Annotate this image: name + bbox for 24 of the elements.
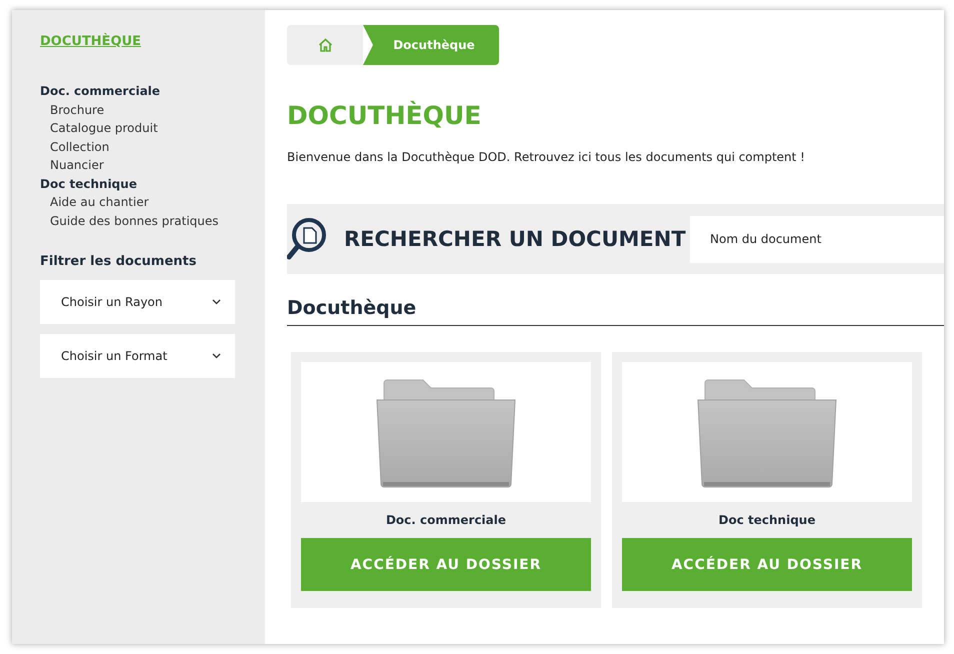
filter-heading: Filtrer les documents [40, 254, 198, 269]
subcategory-link[interactable]: Guide des bonnes pratiques [40, 212, 265, 230]
filter-dropdown[interactable]: Choisir un Rayon [40, 280, 235, 324]
category-link[interactable]: Doc technique [40, 174, 265, 193]
home-breadcrumb[interactable] [287, 25, 363, 65]
subcategory-link[interactable]: Catalogue produit [40, 119, 265, 138]
section-title: Docuthèque [287, 297, 416, 319]
chevron-down-icon [212, 353, 221, 359]
current-breadcrumb: Docuthèque [363, 25, 499, 65]
folder-name: Doc technique [718, 513, 816, 527]
search-heading: RECHERCHER UN DOCUMENT [344, 227, 686, 251]
page-title: DOCUTHÈQUE [287, 101, 482, 130]
document-name-field[interactable]: Nom du document [690, 216, 944, 262]
subcategory-link[interactable]: Nuancier [40, 156, 265, 174]
intro-text: Bienvenue dans la Docuthèque DOD. Retrouvez ici tous les documents qui comptent ! [287, 150, 806, 164]
chevron-down-icon [212, 299, 221, 305]
subcategory-link[interactable]: Aide au chantier [40, 193, 265, 212]
subcategory-link[interactable]: Brochure [40, 100, 265, 119]
folder-name: Doc. commerciale [386, 513, 506, 527]
filter-dropdown[interactable]: Choisir un Format [40, 334, 235, 378]
category-link[interactable]: Doc. commerciale [40, 82, 265, 100]
document-search-icon [287, 217, 327, 261]
home-icon [318, 38, 332, 52]
subcategory-link[interactable]: Collection [40, 138, 265, 156]
